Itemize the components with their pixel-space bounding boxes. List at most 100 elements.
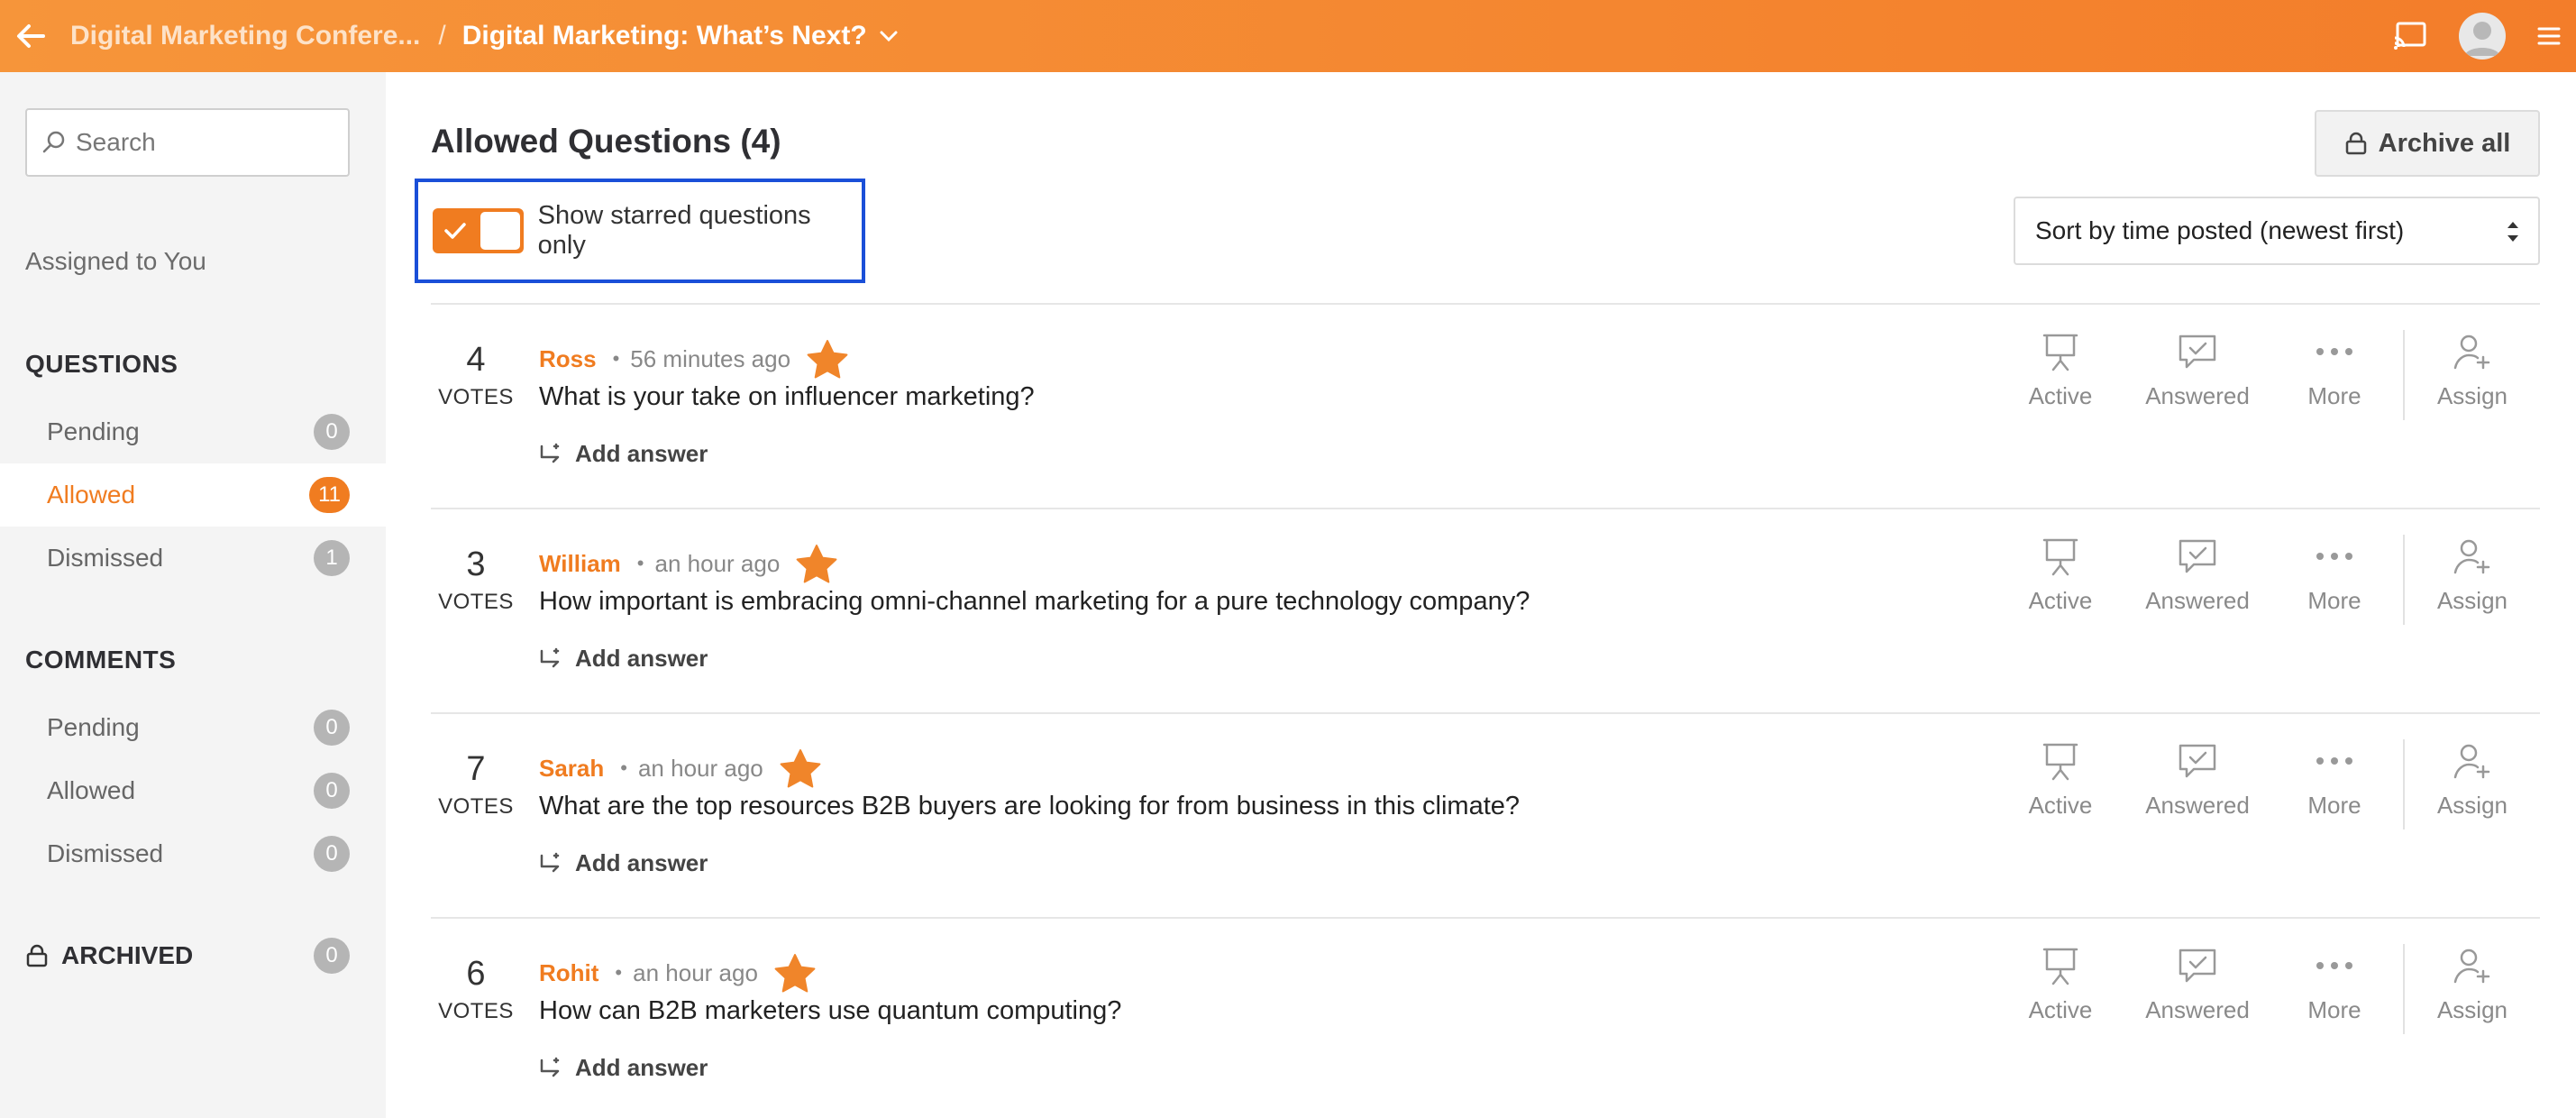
reply-icon — [539, 1056, 564, 1081]
star-icon[interactable] — [807, 339, 848, 379]
assign-button[interactable]: Assign — [2403, 739, 2540, 829]
add-user-icon — [2453, 539, 2490, 574]
search-box[interactable] — [25, 108, 350, 177]
starred-only-toggle[interactable] — [433, 208, 524, 253]
question-item: 4 VOTES Ross • 56 minutes ago What is yo… — [431, 303, 2540, 508]
more-dots-icon — [2316, 348, 2352, 355]
hamburger-menu-icon[interactable] — [2536, 23, 2562, 49]
assign-button[interactable]: Assign — [2403, 330, 2540, 420]
sidebar-item-comments-dismissed[interactable]: Dismissed 0 — [0, 822, 386, 885]
back-arrow-icon[interactable] — [14, 20, 47, 52]
mark-answered-button[interactable]: Answered — [2129, 535, 2266, 625]
reply-icon — [539, 442, 564, 467]
sidebar-item-label: Pending — [47, 713, 140, 741]
add-answer-button[interactable]: Add answer — [539, 1054, 708, 1082]
answered-icon — [2179, 334, 2216, 369]
answered-icon — [2179, 948, 2216, 983]
sidebar-item-label: Dismissed — [47, 839, 164, 867]
action-label: Answered — [2145, 587, 2250, 614]
add-user-icon — [2453, 948, 2490, 984]
mark-answered-button[interactable]: Answered — [2129, 330, 2266, 420]
sidebar-item-questions-allowed[interactable]: Allowed 11 — [0, 463, 386, 527]
vote-count: 3 VOTES — [431, 545, 521, 615]
mark-active-button[interactable]: Active — [1992, 330, 2129, 420]
more-button[interactable]: More — [2266, 330, 2403, 420]
vote-count: 4 VOTES — [431, 341, 521, 410]
vote-number: 3 — [466, 545, 486, 583]
sidebar-item-questions-dismissed[interactable]: Dismissed 1 — [0, 527, 386, 590]
mark-active-button[interactable]: Active — [1992, 535, 2129, 625]
more-button[interactable]: More — [2266, 944, 2403, 1034]
add-answer-button[interactable]: Add answer — [539, 645, 708, 673]
sidebar-item-label: Dismissed — [47, 544, 164, 572]
question-meta: Ross • 56 minutes ago — [539, 339, 848, 379]
breadcrumb-current[interactable]: Digital Marketing: What’s Next? — [462, 21, 867, 51]
action-label: Answered — [2145, 792, 2250, 819]
more-button[interactable]: More — [2266, 535, 2403, 625]
sidebar-item-comments-pending[interactable]: Pending 0 — [0, 696, 386, 759]
search-icon — [41, 130, 67, 155]
presentation-icon — [2042, 334, 2078, 371]
sidebar-item-comments-allowed[interactable]: Allowed 0 — [0, 759, 386, 822]
mark-active-button[interactable]: Active — [1992, 944, 2129, 1034]
cast-icon[interactable] — [2392, 20, 2428, 52]
question-time: an hour ago — [654, 549, 781, 577]
questions-section-header: QUESTIONS — [25, 350, 178, 378]
question-text: What is your take on influencer marketin… — [539, 382, 1035, 411]
sort-select-value: Sort by time posted (newest first) — [2035, 216, 2405, 244]
action-label: Assign — [2436, 996, 2508, 1023]
toggle-knob — [480, 212, 520, 250]
meta-separator: • — [612, 347, 620, 370]
chevron-down-icon[interactable] — [878, 25, 900, 47]
assign-button[interactable]: Assign — [2403, 535, 2540, 625]
votes-label: VOTES — [438, 999, 514, 1023]
count-badge: 0 — [314, 710, 350, 746]
add-answer-button[interactable]: Add answer — [539, 440, 708, 468]
votes-label: VOTES — [438, 590, 514, 614]
assign-button[interactable]: Assign — [2403, 944, 2540, 1034]
question-time: 56 minutes ago — [630, 344, 791, 372]
archive-all-button[interactable]: Archive all — [2315, 110, 2540, 177]
question-item: 6 VOTES Rohit • an hour ago How can B2B … — [431, 917, 2540, 1118]
sidebar-item-archived[interactable]: ARCHIVED 0 — [25, 936, 361, 976]
avatar[interactable] — [2459, 13, 2506, 60]
sidebar-item-assigned-to-you[interactable]: Assigned to You — [25, 247, 206, 276]
archive-icon — [25, 944, 49, 967]
vote-number: 4 — [466, 341, 486, 379]
mark-answered-button[interactable]: Answered — [2129, 739, 2266, 829]
star-icon[interactable] — [780, 748, 821, 788]
comments-section-header: COMMENTS — [25, 646, 177, 674]
question-actions: Active Answered More Assign — [1992, 330, 2540, 420]
vote-number: 7 — [466, 750, 486, 788]
question-author[interactable]: Sarah — [539, 755, 604, 783]
starred-filter-highlight: Show starred questions only — [415, 179, 865, 283]
sidebar: Assigned to You QUESTIONS Pending 0 Allo… — [0, 72, 386, 1118]
question-author[interactable]: William — [539, 550, 621, 578]
meta-separator: • — [636, 552, 644, 574]
action-label: More — [2307, 996, 2361, 1023]
sidebar-item-questions-pending[interactable]: Pending 0 — [0, 400, 386, 463]
starred-only-label[interactable]: Show starred questions only — [538, 201, 862, 261]
question-actions: Active Answered More Assign — [1992, 944, 2540, 1034]
add-answer-label: Add answer — [575, 440, 708, 467]
more-dots-icon — [2316, 757, 2352, 765]
question-actions: Active Answered More Assign — [1992, 739, 2540, 829]
action-label: Assign — [2436, 382, 2508, 409]
breadcrumb-parent[interactable]: Digital Marketing Confere... — [70, 21, 420, 51]
page-title: Allowed Questions (4) — [431, 123, 781, 160]
add-answer-button[interactable]: Add answer — [539, 849, 708, 877]
question-list: 4 VOTES Ross • 56 minutes ago What is yo… — [431, 303, 2540, 1118]
count-badge: 0 — [314, 938, 350, 974]
question-author[interactable]: Ross — [539, 345, 597, 373]
star-icon[interactable] — [774, 953, 816, 993]
search-input[interactable] — [76, 128, 337, 157]
more-button[interactable]: More — [2266, 739, 2403, 829]
sidebar-item-label: Pending — [47, 417, 140, 445]
question-text: How important is embracing omni-channel … — [539, 587, 1530, 616]
star-icon[interactable] — [796, 544, 837, 583]
sort-select[interactable]: Sort by time posted (newest first) — [2014, 197, 2540, 265]
question-author[interactable]: Rohit — [539, 959, 598, 987]
mark-answered-button[interactable]: Answered — [2129, 944, 2266, 1034]
breadcrumb-separator: / — [438, 21, 446, 50]
mark-active-button[interactable]: Active — [1992, 739, 2129, 829]
